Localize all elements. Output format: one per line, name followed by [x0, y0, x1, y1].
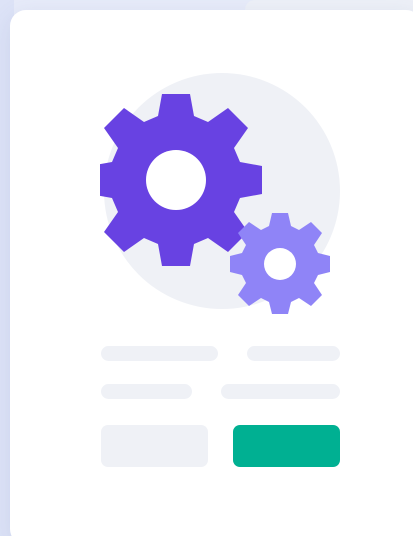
small-gear-icon: [230, 213, 330, 314]
large-gear-icon: [100, 94, 262, 266]
settings-card: [10, 10, 413, 536]
secondary-button[interactable]: [101, 425, 208, 467]
primary-button[interactable]: [233, 425, 340, 467]
placeholder-line: [247, 346, 340, 361]
placeholder-line: [101, 384, 192, 399]
placeholder-line: [101, 346, 218, 361]
settings-illustration: [100, 73, 340, 323]
placeholder-line: [221, 384, 340, 399]
settings-illustration-svg: [100, 73, 340, 314]
